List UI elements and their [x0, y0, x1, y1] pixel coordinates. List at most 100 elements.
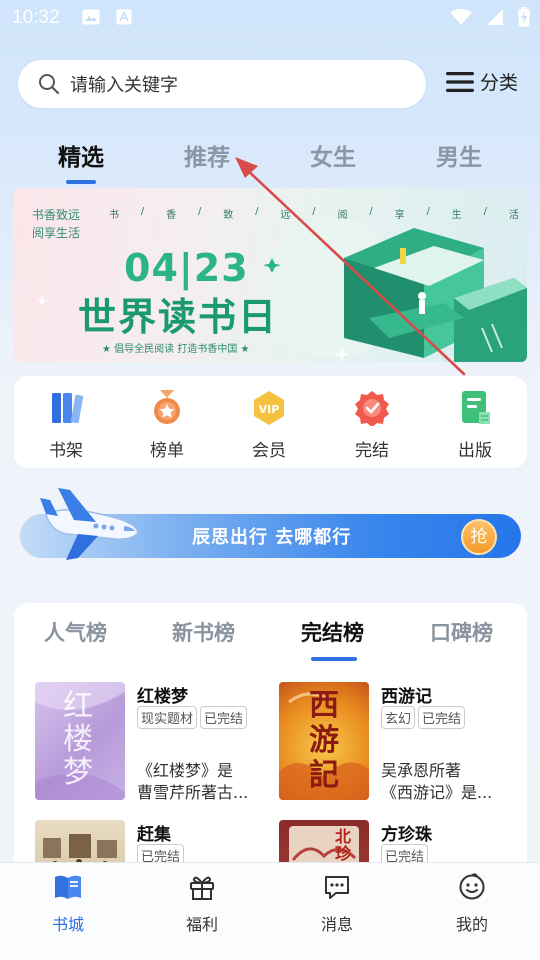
banner-date: 04|23: [124, 246, 249, 290]
signal-icon: [487, 9, 503, 25]
quick-entry-publish[interactable]: 出版: [435, 390, 515, 461]
banner-slogan-char: /: [483, 206, 487, 217]
book-cover: 西游記: [279, 682, 369, 800]
book-tag: 已完结: [200, 706, 248, 729]
tab-recommended[interactable]: 推荐: [184, 138, 230, 172]
nav-label: 我的: [455, 915, 488, 934]
rank-tab-finished[interactable]: 完结榜: [301, 617, 364, 647]
category-label: 分类: [480, 72, 519, 94]
banner-slogan-char: 享: [394, 210, 405, 221]
grab-button[interactable]: 抢: [461, 519, 497, 555]
banner-subtitle: ★ 倡导全民阅读 打造书香中国 ★: [102, 344, 250, 355]
banner-slogan-char: /: [140, 206, 145, 217]
nav-welfare[interactable]: 福利: [162, 873, 242, 935]
tab-female[interactable]: 女生: [310, 138, 356, 172]
book-desc-line: 《红楼梦》是: [137, 761, 234, 780]
quick-entry-ranking[interactable]: 榜单: [127, 390, 207, 461]
category-button[interactable]: 分类: [446, 68, 518, 95]
bookshelf-icon: [52, 393, 84, 424]
airplane-icon: [40, 488, 139, 560]
message-icon: [325, 876, 349, 899]
reading-day-banner[interactable]: 书香致远 阅享生活 书 / 香 / 致 / 远 / 阅 / 享 / 生 / 活 04|23 世界读书日 ★ …: [14, 188, 527, 362]
quick-entry-label: 书架: [49, 441, 83, 461]
search-icon: [39, 74, 60, 95]
book-title: 红楼梦: [137, 687, 188, 707]
svg-text:VIP: VIP: [259, 403, 280, 416]
vip-icon: VIP: [254, 391, 284, 425]
rank-tab-popular[interactable]: 人气榜: [44, 617, 107, 647]
notification-icons: [82, 9, 132, 25]
book-desc-line: 曹雪芹所著古...: [137, 783, 249, 802]
menu-icon: [446, 71, 474, 92]
nav-profile[interactable]: 我的: [432, 873, 512, 935]
book-item-hongloumeng[interactable]: 红楼梦 红楼梦 现实题材 已完结 《红楼梦》是 曹雪芹所著古...: [35, 682, 275, 804]
banner-slogan-char: 书: [109, 210, 119, 221]
rank-tab-reputation[interactable]: 口碑榜: [430, 617, 493, 647]
quick-entry-label: 会员: [252, 441, 286, 461]
banner-slogan-char: 香: [166, 210, 177, 221]
book-cover: 红楼梦: [35, 682, 125, 800]
banner-slogan-char: 致: [223, 210, 234, 221]
quick-entry-bookshelf[interactable]: 书架: [26, 390, 106, 461]
banner-slogan-char: /: [255, 206, 259, 217]
nav-label: 消息: [320, 915, 353, 934]
channel-tabs: 精选 推荐 女生 男生: [0, 130, 540, 180]
gift-icon: [190, 876, 214, 900]
rank-tab-new[interactable]: 新书榜: [172, 617, 235, 647]
quick-entry-label: 榜单: [150, 441, 184, 461]
status-time: 10:32: [12, 7, 60, 28]
cover-title: 北珍: [335, 827, 352, 863]
smiley-profile-icon: [459, 873, 485, 900]
banner-tag-line2: 阅享生活: [32, 226, 81, 240]
rank-tab-indicator: [311, 657, 357, 661]
image-notification-icon: [82, 9, 100, 25]
quick-entry-finished[interactable]: 完结: [332, 390, 412, 461]
banner-slogan-char: 活: [508, 210, 519, 221]
book-description: 《红楼梦》是 曹雪芹所著古...: [137, 760, 267, 804]
banner-slogan-char: /: [198, 206, 202, 217]
wifi-icon: [450, 8, 472, 25]
banner-slogan-char: 生: [451, 210, 462, 221]
quick-entry-card: 书架 榜单 VIP 会员 完结 出版: [14, 376, 527, 468]
quick-entry-label: 出版: [458, 441, 492, 461]
banner-slogan-char: /: [426, 206, 430, 217]
cover-title: 红楼梦: [63, 689, 93, 790]
book-desc-line: 《西游记》是...: [381, 783, 493, 802]
book-tags: 现实题材 已完结: [137, 706, 248, 729]
quick-entry-vip[interactable]: VIP 会员: [229, 390, 309, 461]
book-tag: 已完结: [418, 706, 466, 729]
book-tag: 现实题材: [137, 706, 198, 729]
tab-featured[interactable]: 精选: [58, 138, 104, 172]
book-tag: 玄幻: [381, 706, 416, 729]
book-desc-line: 吴承恩所著: [381, 761, 462, 780]
publish-book-icon: [462, 391, 490, 424]
banner-tag-line1: 书香致远: [32, 208, 81, 222]
ad-text: 辰思出行 去哪都行: [192, 527, 352, 548]
banner-slogan-char: 远: [280, 210, 291, 221]
book-title: 方珍珠: [381, 825, 432, 845]
book-item-xiyouji[interactable]: 西游記 西游记 玄幻 已完结 吴承恩所著 《西游记》是...: [279, 682, 519, 804]
nav-book-city[interactable]: 书城: [28, 873, 108, 935]
a-notification-icon: [116, 9, 132, 25]
search-placeholder: 请输入关键字: [70, 75, 178, 96]
banner-slogan-char: 阅: [337, 210, 348, 221]
nav-messages[interactable]: 消息: [297, 873, 377, 935]
battery-charging-icon: [518, 7, 530, 27]
nav-label: 福利: [185, 915, 218, 934]
banner-slogan-char: /: [369, 206, 373, 217]
book-title: 西游记: [381, 687, 432, 707]
tab-male[interactable]: 男生: [436, 138, 482, 172]
banner-slogan: 书 / 香 / 致 / 远 / 阅 / 享 / 生 / 活: [109, 206, 519, 221]
nav-label: 书城: [51, 915, 84, 934]
banner-tag: 书香致远 阅享生活: [32, 206, 80, 242]
ranking-card: 人气榜 新书榜 完结榜 口碑榜 红楼梦 红楼梦 现实题材 已完结 《红楼梦》是 …: [14, 603, 527, 873]
quick-entry-label: 完结: [355, 441, 389, 461]
search-input[interactable]: 请输入关键字: [18, 60, 426, 108]
banner-title: 世界读书日: [78, 295, 279, 339]
medal-icon: [154, 390, 180, 424]
status-bar: 10:32: [0, 0, 540, 36]
cover-title: 西游記: [309, 688, 339, 793]
banner-slogan-char: /: [312, 206, 316, 217]
book-title: 赶集: [137, 825, 171, 845]
book-city-icon: [55, 875, 81, 899]
